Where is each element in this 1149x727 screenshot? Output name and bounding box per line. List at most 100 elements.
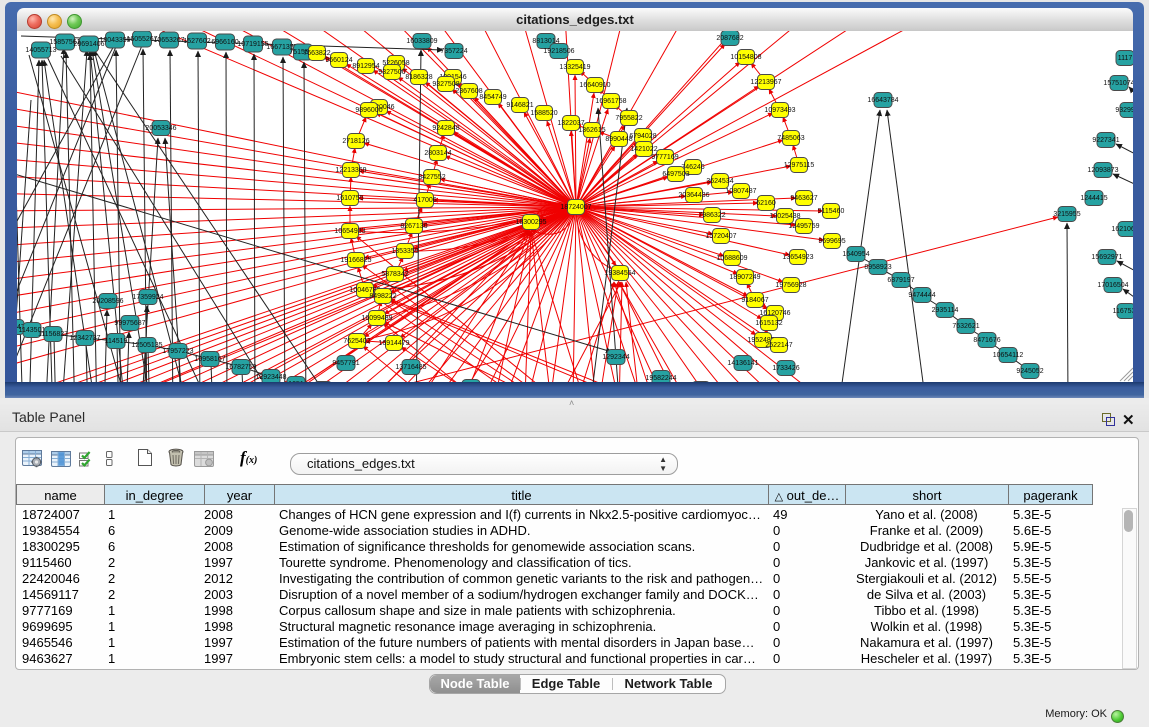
svg-text:10807487: 10807487 (725, 188, 756, 195)
svg-text:8454749: 8454749 (479, 94, 506, 101)
svg-text:13325419: 13325419 (559, 64, 590, 71)
svg-text:19218506: 19218506 (543, 48, 574, 55)
svg-text:9245052: 9245052 (1016, 368, 1043, 375)
svg-text:7663822: 7663822 (303, 50, 330, 57)
svg-text:7485063: 7485063 (777, 135, 804, 142)
svg-text:15751074: 15751074 (1103, 80, 1133, 87)
svg-text:18300295: 18300295 (515, 219, 546, 226)
svg-text:1353359: 1353359 (391, 248, 418, 255)
svg-text:13716485: 13716485 (395, 364, 426, 371)
svg-text:10653267: 10653267 (153, 37, 184, 44)
svg-text:1167534: 1167534 (1113, 308, 1133, 315)
svg-text:9777169: 9777169 (651, 154, 678, 161)
svg-text:7632621: 7632621 (952, 323, 979, 330)
svg-text:10973493: 10973493 (764, 107, 795, 114)
svg-text:8498222: 8498222 (369, 293, 396, 300)
svg-text:16033809: 16033809 (406, 38, 437, 45)
svg-text:9474444: 9474444 (908, 292, 935, 299)
svg-text:7955822: 7955822 (615, 115, 642, 122)
svg-text:7625402: 7625402 (343, 338, 370, 345)
svg-text:8958923: 8958923 (864, 264, 891, 271)
svg-text:99975687: 99975687 (114, 320, 145, 327)
svg-text:15720407: 15720407 (705, 233, 736, 240)
svg-text:10025438: 10025438 (769, 213, 800, 220)
svg-text:2087682: 2087682 (716, 35, 743, 42)
svg-text:9896000: 9896000 (355, 107, 382, 114)
svg-text:16961758: 16961758 (595, 98, 626, 105)
svg-text:10719155: 10719155 (237, 41, 268, 48)
svg-text:10958167: 10958167 (194, 356, 225, 363)
svg-text:1322037: 1322037 (557, 120, 584, 127)
svg-text:5878342: 5878342 (381, 271, 408, 278)
svg-text:13654923: 13654923 (782, 254, 813, 261)
svg-text:12093873: 12093873 (1087, 167, 1118, 174)
svg-text:16782759: 16782759 (225, 364, 256, 371)
svg-text:19756928: 19756928 (775, 282, 806, 289)
svg-text:9146821: 9146821 (506, 102, 533, 109)
svg-text:11156827: 11156827 (38, 331, 68, 338)
svg-text:9327508: 9327508 (432, 81, 459, 88)
svg-text:9457791: 9457791 (332, 360, 359, 367)
svg-text:16640910: 16640910 (579, 82, 610, 89)
svg-text:10154808: 10154808 (730, 54, 761, 61)
svg-text:1421022: 1421022 (630, 146, 657, 153)
svg-text:14055713: 14055713 (25, 47, 56, 54)
svg-text:1610755: 1610755 (336, 195, 363, 202)
svg-text:9463627: 9463627 (790, 195, 817, 202)
svg-text:15692971: 15692971 (1091, 254, 1122, 261)
svg-text:1615132: 1615132 (755, 320, 782, 327)
svg-text:9115460: 9115460 (818, 208, 845, 215)
svg-text:9184067: 9184067 (741, 297, 768, 304)
svg-text:17359924: 17359924 (132, 294, 163, 301)
svg-text:20364436: 20364436 (678, 192, 709, 199)
svg-text:8912954: 8912954 (352, 63, 379, 70)
svg-text:9329906: 9329906 (1115, 107, 1133, 114)
svg-text:14136141: 14136141 (727, 360, 758, 367)
svg-text:18907249: 18907249 (729, 274, 760, 281)
svg-text:7986322: 7986322 (698, 212, 725, 219)
svg-text:10654933: 10654933 (334, 228, 365, 235)
svg-text:17957223: 17957223 (162, 348, 193, 355)
svg-text:3624534: 3624534 (706, 178, 733, 185)
svg-text:6966160: 6966160 (211, 39, 238, 46)
svg-text:17016504: 17016504 (1097, 282, 1128, 289)
svg-text:16210643: 16210643 (1111, 226, 1133, 233)
svg-text:12495759: 12495759 (788, 223, 819, 230)
svg-text:8427552: 8427552 (418, 174, 445, 181)
svg-text:9327500: 9327500 (378, 69, 405, 76)
svg-text:12213369: 12213369 (335, 167, 366, 174)
svg-text:9242848: 9242848 (432, 125, 459, 132)
svg-text:2522147: 2522147 (765, 342, 792, 349)
svg-text:20053346: 20053346 (145, 125, 176, 132)
svg-text:19166825: 19166825 (340, 257, 371, 264)
svg-text:6794028: 6794028 (629, 133, 656, 140)
svg-text:1733426: 1733426 (772, 365, 799, 372)
svg-text:1640954: 1640954 (842, 251, 869, 258)
svg-text:7357224: 7357224 (440, 48, 467, 55)
svg-text:1588520: 1588520 (530, 110, 557, 117)
svg-text:18724007: 18724007 (560, 204, 591, 211)
svg-text:10688609: 10688609 (716, 255, 747, 262)
svg-text:20208596: 20208596 (92, 298, 123, 305)
svg-text:1244415: 1244415 (1080, 195, 1107, 202)
svg-text:1117: 1117 (1118, 55, 1133, 62)
svg-text:1362615: 1362615 (578, 127, 605, 134)
svg-text:8267130: 8267130 (400, 223, 427, 230)
svg-text:16914479: 16914479 (378, 340, 409, 347)
svg-text:1292344: 1292344 (602, 354, 629, 361)
svg-text:19384554: 19384554 (604, 270, 635, 277)
svg-text:16099489: 16099489 (361, 315, 392, 322)
svg-text:12342737: 12342737 (69, 335, 100, 342)
svg-text:12975115: 12975115 (784, 162, 815, 169)
svg-text:6879197: 6879197 (887, 277, 914, 284)
svg-text:2803144: 2803144 (424, 150, 451, 157)
svg-text:6497503: 6497503 (662, 171, 689, 178)
svg-text:3215955: 3215955 (1053, 211, 1080, 218)
svg-text:417006: 417006 (413, 197, 436, 204)
svg-text:12213967: 12213967 (750, 79, 781, 86)
svg-text:9660124: 9660124 (325, 57, 352, 64)
svg-text:19582244: 19582244 (645, 375, 676, 382)
svg-text:114519: 114519 (105, 338, 128, 345)
svg-text:8186328: 8186328 (405, 74, 432, 81)
svg-text:2718126: 2718126 (342, 138, 369, 145)
